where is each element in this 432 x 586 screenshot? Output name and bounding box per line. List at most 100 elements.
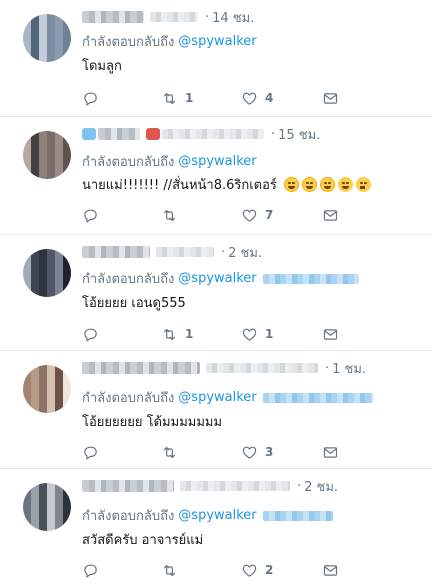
reply-icon [84, 446, 97, 459]
tweet-header: · 1 ชม. [82, 359, 366, 377]
direct-message-button[interactable] [322, 324, 339, 344]
reply-mention-link[interactable]: @spywalker [178, 271, 256, 286]
avatar[interactable] [23, 483, 71, 531]
reply-button[interactable] [82, 88, 106, 108]
reply-context: กำลังตอบกลับถึง @spywalker [82, 505, 333, 526]
reply-mention-link[interactable]: @spywalker [178, 154, 256, 169]
tweet[interactable]: · 2 ชม. กำลังตอบกลับถึง @spywalker โอ้ยย… [0, 235, 432, 351]
like-button[interactable]: 3 [241, 442, 273, 462]
heart-icon [242, 209, 257, 222]
reply-label: กำลังตอบกลับถึง [82, 272, 175, 287]
avatar[interactable] [23, 365, 71, 413]
reply-button[interactable] [82, 324, 106, 344]
timestamp[interactable]: 15 ชม. [278, 124, 320, 145]
handle-redacted[interactable] [180, 481, 290, 491]
tweet[interactable]: · 14 ชม. กำลังตอบกลับถึง @spywalker โดมล… [0, 0, 432, 117]
tweet-text: นายแม่!!!!!!! //สั่นหน้า8.6ริกเตอร์ [82, 174, 371, 195]
like-button[interactable]: 4 [241, 88, 273, 108]
tweet-text-content: สวัสดีครับ อาจารย์แม่ [82, 533, 204, 548]
avatar[interactable] [23, 131, 71, 179]
like-button[interactable]: 7 [241, 205, 273, 225]
like-button[interactable]: 1 [241, 324, 273, 344]
display-name-redacted[interactable] [82, 246, 150, 258]
envelope-icon [323, 328, 338, 340]
direct-message-button[interactable] [322, 442, 339, 462]
thinking-face-icon [355, 177, 371, 192]
reply-context: กำลังตอบกลับถึง @spywalker [82, 387, 373, 408]
mention-redacted[interactable] [262, 273, 359, 284]
face-with-tears-of-joy-icon [301, 177, 317, 192]
display-name-redacted[interactable] [82, 480, 174, 492]
tweet-text: โอ้ยยยยยย โด้มมมมมมม [82, 411, 222, 432]
reply-button[interactable] [82, 205, 106, 225]
retweet-button[interactable] [161, 560, 185, 580]
reply-context: กำลังตอบกลับถึง @spywalker [82, 31, 257, 52]
avatar[interactable] [23, 249, 71, 297]
display-name-redacted[interactable] [82, 11, 144, 23]
reply-button[interactable] [82, 560, 106, 580]
handle-redacted[interactable] [162, 129, 264, 139]
handle-redacted[interactable] [206, 363, 318, 373]
handle-redacted[interactable] [150, 12, 198, 22]
reply-mention-link[interactable]: @spywalker [178, 390, 256, 405]
retweet-button[interactable] [161, 442, 185, 462]
tweet-text-content: นายแม่!!!!!!! //สั่นหน้า8.6ริกเตอร์ [82, 178, 277, 193]
reply-icon [84, 564, 97, 577]
reply-icon [84, 328, 97, 341]
mention-redacted[interactable] [262, 510, 333, 521]
timestamp[interactable]: 14 ชม. [212, 7, 254, 28]
retweet-button[interactable] [161, 205, 185, 225]
handle-redacted[interactable] [156, 247, 214, 257]
mention-redacted[interactable] [262, 392, 373, 403]
timestamp[interactable]: 2 ชม. [228, 242, 262, 263]
reply-button[interactable] [82, 442, 106, 462]
tweet-text-content: โอ้ยยยย เอนดู555 [82, 296, 186, 311]
direct-message-button[interactable] [322, 560, 339, 580]
face-with-tears-of-joy-icon [319, 177, 335, 192]
tweet[interactable]: · 2 ชม. กำลังตอบกลับถึง @spywalker สวัสด… [0, 469, 432, 586]
tweet-text: โอ้ยยยย เอนดู555 [82, 292, 186, 313]
reply-mention-link[interactable]: @spywalker [178, 508, 256, 523]
timestamp[interactable]: 1 ชม. [332, 358, 366, 379]
retweet-icon [163, 209, 176, 221]
reply-context: กำลังตอบกลับถึง @spywalker [82, 151, 257, 172]
envelope-icon [323, 446, 338, 458]
tweet-text-content: โอ้ยยยยยย โด้มมมมมมม [82, 415, 223, 430]
tweet[interactable]: · 1 ชม. กำลังตอบกลับถึง @spywalker โอ้ยย… [0, 351, 432, 469]
tweet-actions: 3 [82, 442, 352, 462]
direct-message-button[interactable] [322, 88, 339, 108]
retweet-count: 1 [185, 327, 194, 341]
tweet-text-content: โดมลูก [82, 59, 122, 74]
tweet[interactable]: · 15 ชม. กำลังตอบกลับถึง @spywalker นายแ… [0, 117, 432, 235]
tweet-actions: 2 [82, 560, 352, 580]
timestamp[interactable]: 2 ชม. [304, 476, 338, 497]
display-name-redacted[interactable] [98, 128, 140, 140]
tweet-text: โดมลูก [82, 55, 122, 76]
retweet-button[interactable]: 1 [161, 324, 193, 344]
tweet-header: · 2 ชม. [82, 243, 262, 261]
avatar[interactable] [23, 14, 71, 62]
heart-emoji-icon [82, 128, 96, 140]
reply-icon [84, 92, 97, 105]
direct-message-button[interactable] [322, 205, 339, 225]
retweet-icon [163, 564, 176, 576]
retweet-button[interactable]: 1 [161, 88, 193, 108]
heart-emoji-icon [146, 128, 160, 140]
reply-label: กำลังตอบกลับถึง [82, 391, 175, 406]
heart-icon [242, 92, 257, 105]
heart-icon [242, 446, 257, 459]
tweet-header: · 14 ชม. [82, 8, 254, 26]
tweet-text: สวัสดีครับ อาจารย์แม่ [82, 529, 203, 550]
like-button[interactable]: 2 [241, 560, 273, 580]
reply-context: กำลังตอบกลับถึง @spywalker [82, 268, 359, 289]
envelope-icon [323, 564, 338, 576]
like-count: 4 [265, 91, 274, 105]
reply-label: กำลังตอบกลับถึง [82, 509, 175, 524]
tweet-header: · 15 ชม. [82, 125, 320, 143]
reply-mention-link[interactable]: @spywalker [178, 34, 256, 49]
display-name-redacted[interactable] [82, 362, 200, 374]
tweet-actions: 1 4 [82, 88, 352, 108]
retweet-icon [163, 328, 176, 340]
envelope-icon [323, 92, 338, 104]
reply-label: กำลังตอบกลับถึง [82, 155, 175, 170]
